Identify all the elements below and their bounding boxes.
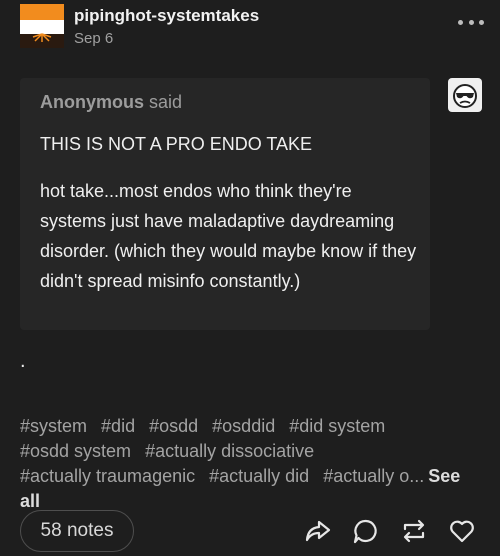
tag-actually-did[interactable]: #actually did xyxy=(209,466,309,486)
anonymous-sunglasses-icon xyxy=(453,84,477,108)
tag-osdd-system[interactable]: #osdd system xyxy=(20,441,131,461)
reblog-icon[interactable] xyxy=(400,517,428,545)
tag-osddid[interactable]: #osddid xyxy=(212,416,275,436)
question-heading: THIS IS NOT A PRO ENDO TAKE xyxy=(40,134,313,154)
tag-did[interactable]: #did xyxy=(101,416,135,436)
tag-actually-dissociative[interactable]: #actually dissociative xyxy=(145,441,314,461)
notes-count-button[interactable]: 58 notes xyxy=(20,510,134,552)
tag-osdd[interactable]: #osdd xyxy=(149,416,198,436)
more-options-button[interactable] xyxy=(458,14,484,30)
ask-box: Anonymous said THIS IS NOT A PRO ENDO TA… xyxy=(20,78,430,330)
post-card: pipinghot-systemtakes Sep 6 Anonymous sa… xyxy=(0,0,500,556)
tag-actually-traumagenic[interactable]: #actually traumagenic xyxy=(20,466,195,486)
share-icon[interactable] xyxy=(304,517,332,545)
post-date: Sep 6 xyxy=(74,30,114,47)
asker-name: Anonymous xyxy=(40,92,145,112)
question-body: hot take...most endos who think they're … xyxy=(40,181,417,291)
blog-avatar[interactable] xyxy=(20,4,64,48)
tag-actually-truncated[interactable]: #actually o... xyxy=(323,466,424,486)
tag-did-system[interactable]: #did system xyxy=(289,416,385,436)
ellipsis-icon xyxy=(458,19,463,25)
tag-list: #system #did #osdd #osddid #did system #… xyxy=(20,414,482,514)
asker-line: Anonymous said xyxy=(40,92,182,113)
blog-name-link[interactable]: pipinghot-systemtakes xyxy=(74,6,259,26)
flag-sun-icon xyxy=(32,33,52,42)
anonymous-avatar xyxy=(448,78,482,112)
answer-text: . xyxy=(20,350,26,372)
reply-icon[interactable] xyxy=(352,517,380,545)
tag-system[interactable]: #system xyxy=(20,416,87,436)
heart-icon[interactable] xyxy=(448,517,476,545)
asker-verb: said xyxy=(149,92,183,112)
